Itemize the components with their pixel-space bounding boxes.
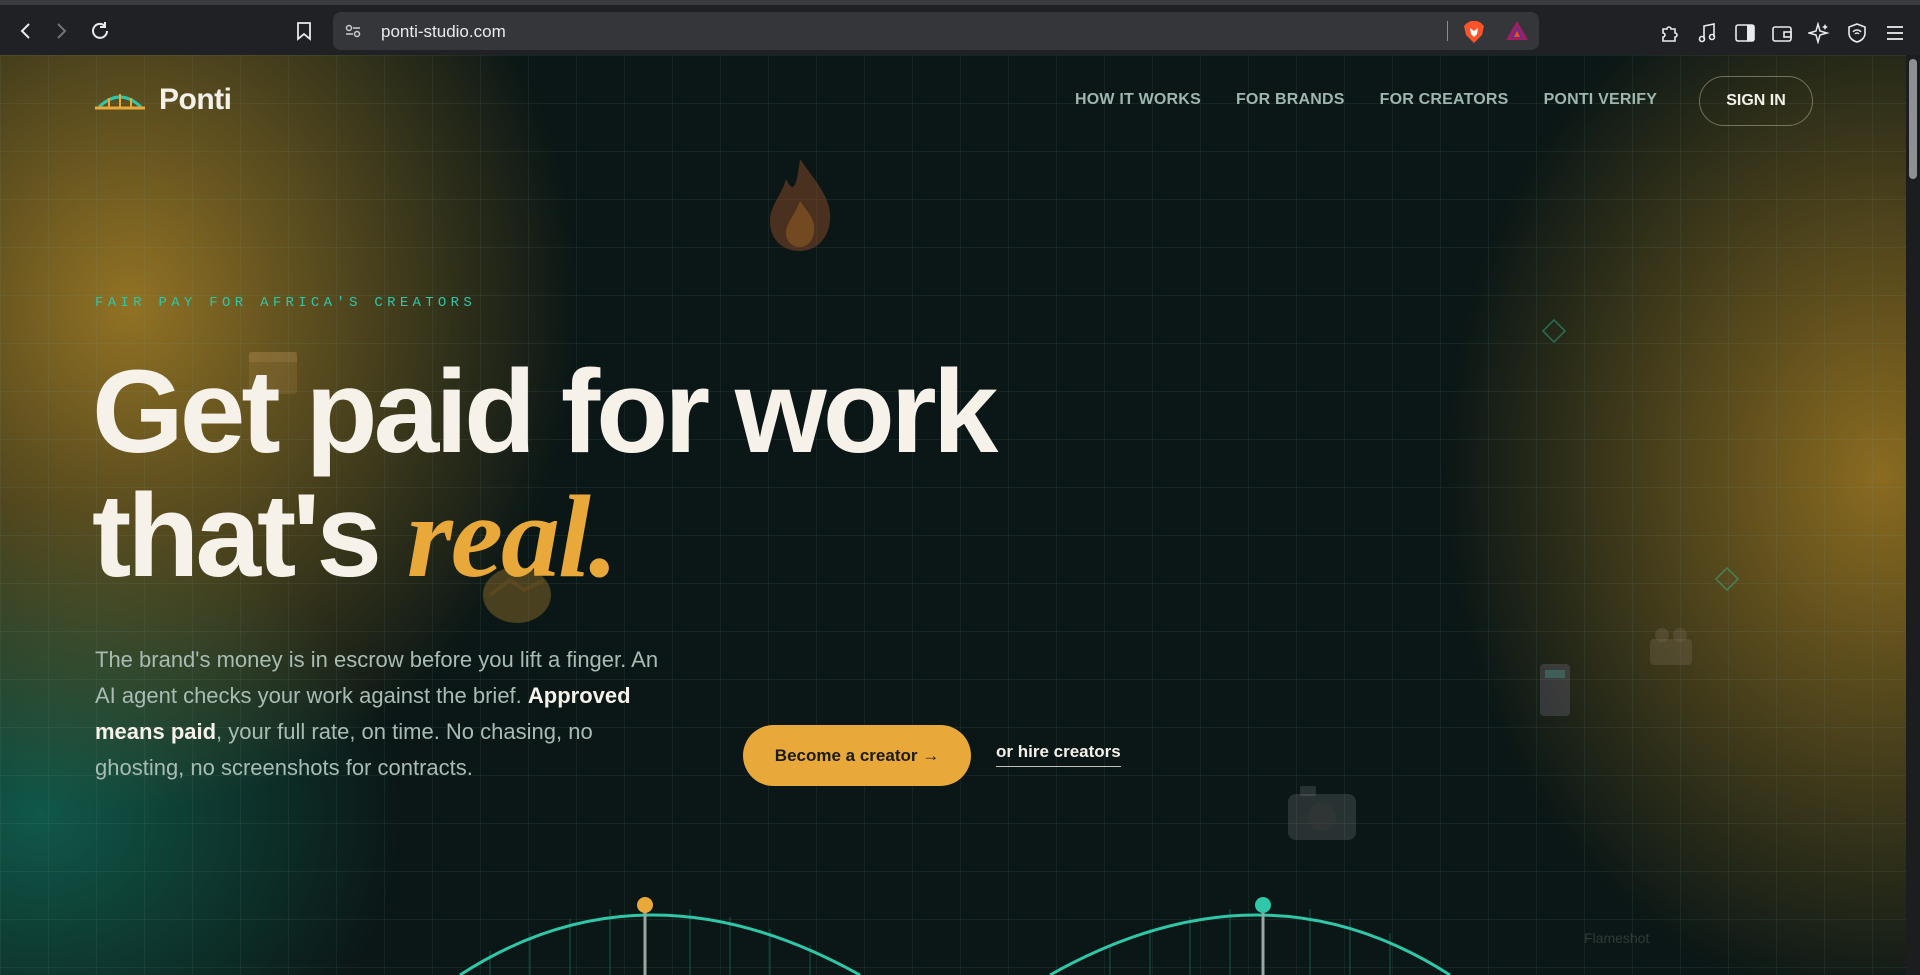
site-settings-icon[interactable] <box>343 21 363 41</box>
extensions-button[interactable] <box>1657 20 1683 46</box>
browser-toolbar: ponti-studio.com <box>0 0 1920 55</box>
nav-for-creators[interactable]: FOR CREATORS <box>1380 91 1509 109</box>
bookmark-button[interactable] <box>290 17 318 45</box>
bookmark-icon <box>297 22 311 41</box>
camera-icon <box>1288 786 1356 840</box>
media-button[interactable] <box>1694 20 1720 46</box>
page-viewport: Ponti HOW IT WORKS FOR BRANDS FOR CREATO… <box>0 55 1906 975</box>
wallet-button[interactable] <box>1769 20 1795 46</box>
hero-headline: Get paid for work that's real. <box>92 350 998 602</box>
wallet-icon <box>1772 26 1792 42</box>
url-divider <box>1447 21 1448 41</box>
sidebar-toggle-button[interactable] <box>1732 20 1758 46</box>
hero-eyebrow: FAIR PAY FOR AFRICA'S CREATORS <box>95 295 477 311</box>
main-menu-button[interactable] <box>1882 20 1908 46</box>
main-navigation: HOW IT WORKS FOR BRANDS FOR CREATORS PON… <box>1075 91 1657 109</box>
brave-rewards-icon[interactable] <box>1505 20 1529 42</box>
music-note-icon <box>1698 23 1716 43</box>
back-arrow-icon <box>20 23 30 39</box>
sign-in-button[interactable]: SIGN IN <box>1699 76 1813 126</box>
bridge-node-gold <box>637 897 653 913</box>
vertical-scrollbar[interactable] <box>1906 55 1920 975</box>
headline-line-1: Get paid for work <box>92 346 998 478</box>
headline-accent: real. <box>406 471 619 602</box>
reload-icon <box>92 22 108 39</box>
nav-how-it-works[interactable]: HOW IT WORKS <box>1075 91 1201 109</box>
brand-name: Ponti <box>159 83 232 116</box>
back-button[interactable] <box>12 17 40 45</box>
headline-line-2: that's <box>92 470 407 602</box>
hero-description: The brand's money is in escrow before yo… <box>95 642 675 786</box>
diamond-outline-icon <box>1714 566 1740 592</box>
sidebar-icon <box>1735 24 1755 42</box>
flame-icon <box>770 159 831 251</box>
bridge-logo-icon <box>95 94 145 110</box>
scrollbar-thumb[interactable] <box>1909 59 1917 179</box>
diamond-outline-icon <box>1541 318 1567 344</box>
calculator-icon <box>1540 664 1570 716</box>
become-creator-button[interactable]: Become a creator → <box>743 725 971 786</box>
sparkle-icon <box>1808 22 1830 44</box>
forward-arrow-icon <box>57 23 67 39</box>
leo-ai-button[interactable] <box>1806 20 1832 46</box>
brave-shields-icon[interactable] <box>1463 20 1485 44</box>
forward-button[interactable] <box>47 17 75 45</box>
url-text[interactable]: ponti-studio.com <box>381 22 506 42</box>
shield-icon <box>1848 23 1866 43</box>
vpn-button[interactable] <box>1844 20 1870 46</box>
nav-ponti-verify[interactable]: PONTI VERIFY <box>1544 91 1658 109</box>
nav-for-brands[interactable]: FOR BRANDS <box>1236 91 1345 109</box>
watermark-text: Flameshot <box>1584 930 1650 946</box>
site-logo[interactable]: Ponti <box>95 83 232 117</box>
reload-button[interactable] <box>86 17 114 45</box>
address-bar[interactable]: ponti-studio.com <box>333 12 1539 50</box>
hamburger-menu-icon <box>1887 26 1903 40</box>
hire-creators-link[interactable]: or hire creators <box>996 742 1121 767</box>
projector-icon <box>1650 628 1692 665</box>
bridge-node-teal <box>1255 897 1271 913</box>
puzzle-icon <box>1662 26 1678 42</box>
